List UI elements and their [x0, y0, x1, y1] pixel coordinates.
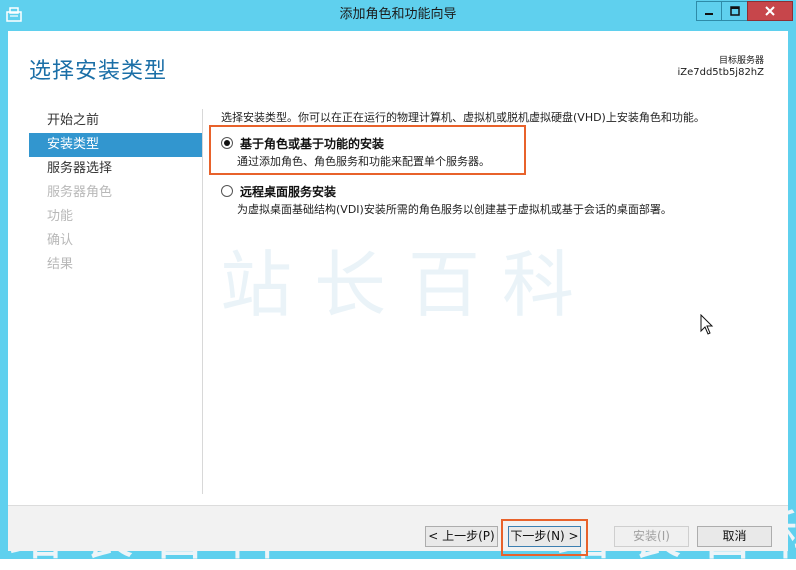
nav-item-confirmation: 确认 — [47, 233, 74, 248]
window-title: 添加角色和功能向导 — [339, 7, 457, 22]
maximize-button[interactable] — [721, 1, 748, 21]
previous-button[interactable]: < 上一步(P) — [425, 526, 498, 547]
nav-item-features: 功能 — [47, 209, 74, 224]
button-bar: < 上一步(P) 下一步(N) > 安装(I) 取消 — [8, 505, 788, 551]
highlight-box-option — [209, 125, 526, 175]
wizard-content: 站长百科 站长百科 站长百科 选择安装类型 目标服务器 iZe7dd5tb5j8… — [8, 31, 796, 567]
wizard-window: 添加角色和功能向导 站长百科 站长百科 站长百科 选择安装类型 目标服务器 iZ… — [0, 0, 796, 567]
minimize-icon — [705, 13, 713, 15]
option-title[interactable]: 远程桌面服务安装 — [240, 183, 336, 200]
target-server-name: iZe7dd5tb5j82hZ — [677, 67, 764, 78]
option-description: 为虚拟桌面基础结构(VDI)安装所需的角色服务以创建基于虚拟机或基于会话的桌面部… — [237, 203, 672, 216]
mouse-cursor-icon — [700, 314, 714, 335]
nav-item-server-selection[interactable]: 服务器选择 — [29, 157, 203, 181]
page-title: 选择安装类型 — [29, 59, 168, 84]
nav-item-results: 结果 — [47, 257, 74, 272]
close-icon — [765, 6, 775, 16]
watermark: 站长百科 — [220, 243, 597, 327]
nav-divider — [202, 109, 203, 494]
install-button: 安装(I) — [614, 526, 689, 547]
target-server-label: 目标服务器 — [718, 56, 764, 66]
nav-item-server-roles: 服务器角色 — [47, 185, 113, 200]
nav-item-before-you-begin[interactable]: 开始之前 — [29, 109, 203, 133]
intro-text: 选择安装类型。你可以在正在运行的物理计算机、虚拟机或脱机虚拟硬盘(VHD)上安装… — [221, 111, 705, 124]
title-bar[interactable]: 添加角色和功能向导 — [0, 0, 796, 30]
minimize-button[interactable] — [696, 1, 722, 21]
close-button[interactable] — [747, 1, 793, 21]
highlight-box-next — [501, 519, 588, 556]
cancel-button[interactable]: 取消 — [697, 526, 772, 547]
nav-item-installation-type[interactable]: 安装类型 — [29, 133, 203, 157]
wizard-nav: 开始之前 安装类型 服务器选择 服务器角色 功能 确认 结果 — [29, 109, 203, 277]
radio-remote-desktop[interactable] — [221, 185, 233, 197]
maximize-icon — [729, 6, 740, 16]
